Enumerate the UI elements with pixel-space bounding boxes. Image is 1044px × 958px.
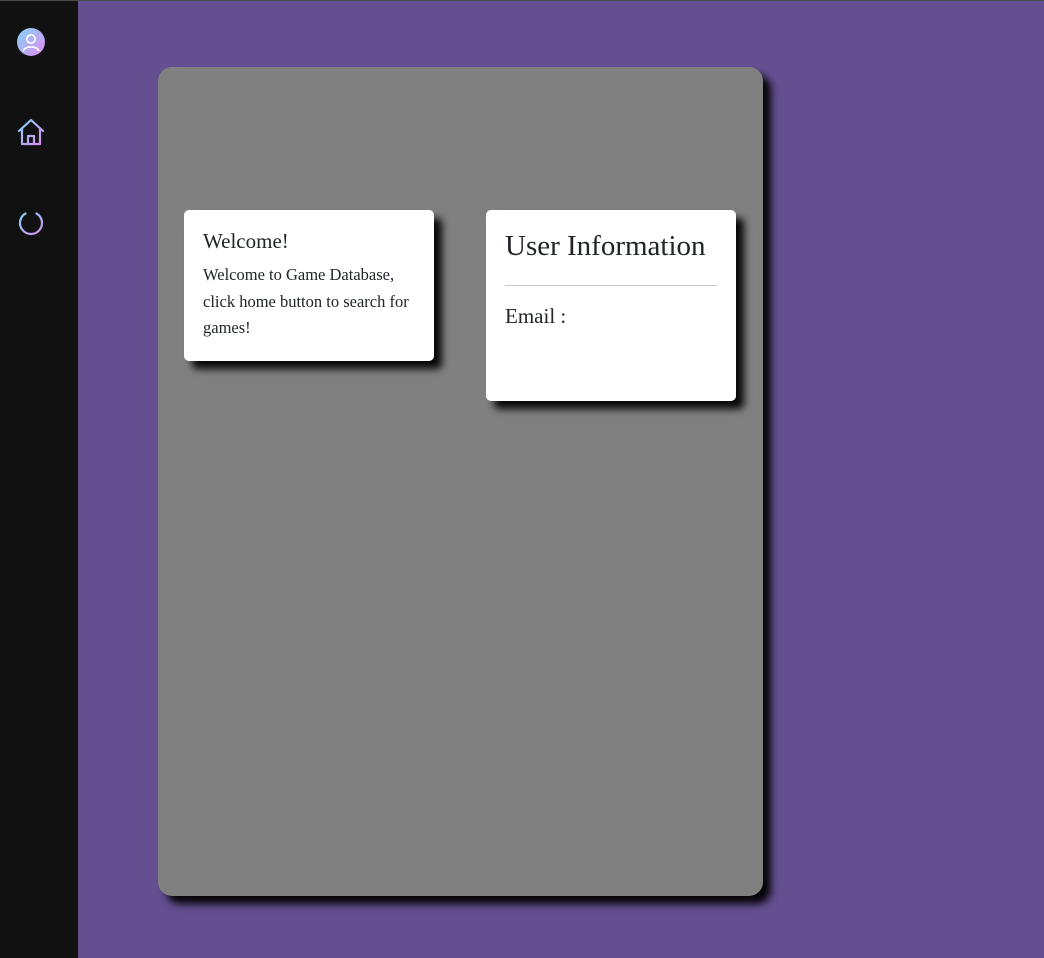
divider xyxy=(505,285,717,286)
email-label: Email : xyxy=(505,304,567,328)
user-information-title: User Information xyxy=(505,230,706,262)
home-button[interactable] xyxy=(14,115,48,149)
welcome-title: Welcome! xyxy=(203,229,289,253)
email-row: Email : xyxy=(505,303,717,329)
user-avatar-icon xyxy=(17,28,45,56)
top-border xyxy=(0,0,1044,1)
sidebar xyxy=(0,1,78,958)
welcome-text: Welcome to Game Database, click home but… xyxy=(203,265,409,337)
main-panel: Welcome! Welcome to Game Database, click… xyxy=(158,67,763,896)
welcome-card: Welcome! Welcome to Game Database, click… xyxy=(184,210,434,361)
profile-button[interactable] xyxy=(14,25,48,59)
user-information-card: User Information Email : xyxy=(486,210,736,401)
home-icon xyxy=(17,118,45,146)
power-icon xyxy=(18,207,44,236)
logout-button[interactable] xyxy=(14,204,48,238)
